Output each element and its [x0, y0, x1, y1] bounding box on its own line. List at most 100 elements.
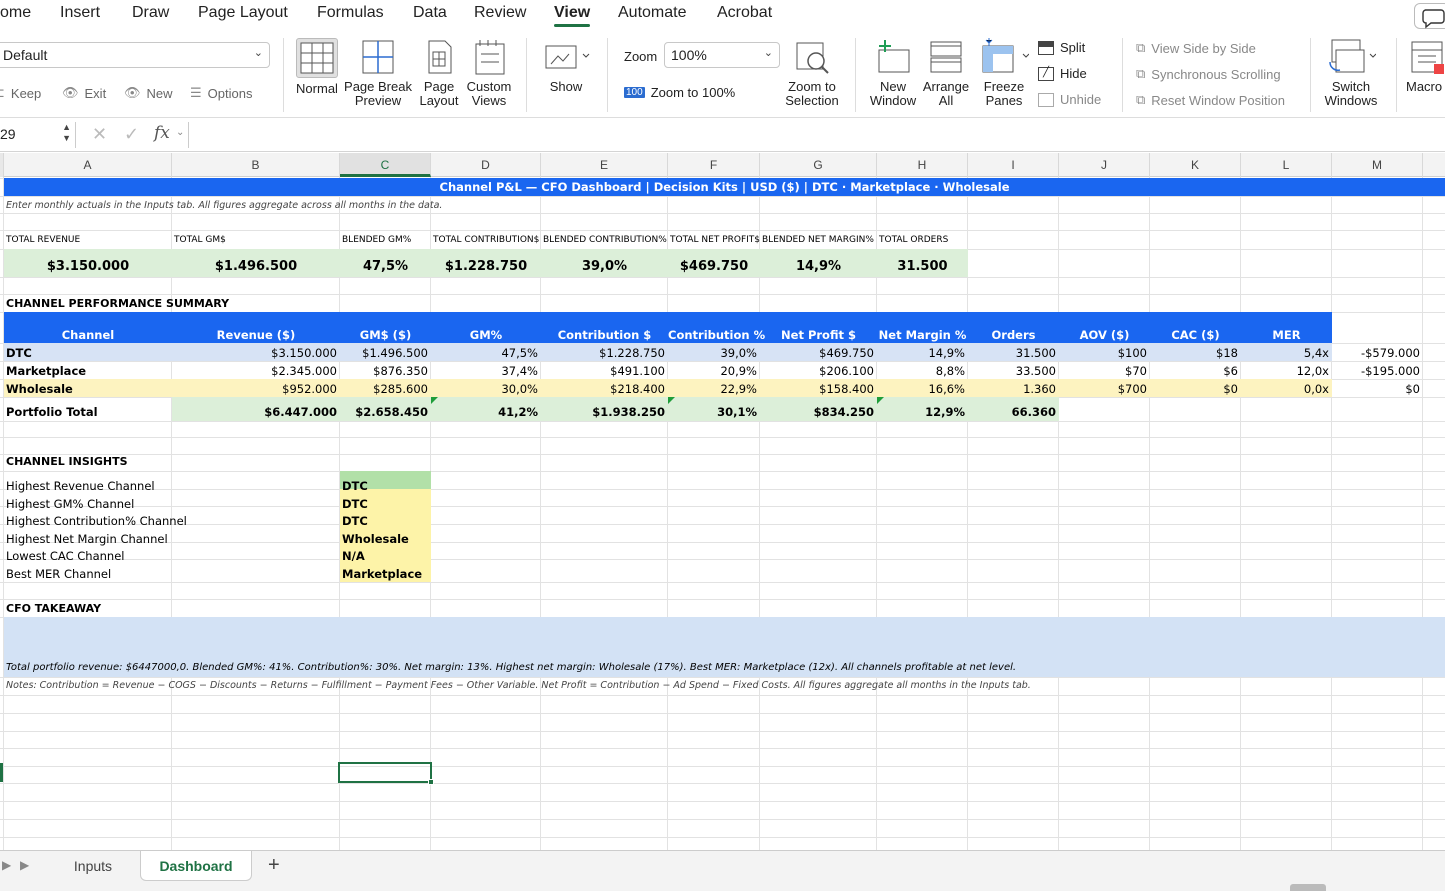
hide-icon: ╱: [1038, 66, 1054, 81]
scroll-tabs-right-icon[interactable]: ▶: [20, 858, 29, 872]
channel-name: DTC: [6, 346, 32, 360]
tab-home[interactable]: ome: [0, 4, 31, 22]
split-icon: [1038, 40, 1054, 55]
excel-window: ome Insert Draw Page Layout Formulas Dat…: [0, 0, 1445, 891]
arrange-all-button[interactable]: Arrange All: [920, 38, 972, 108]
column-header-k[interactable]: K: [1150, 153, 1241, 177]
column-header-m[interactable]: M: [1332, 153, 1423, 177]
gridline-horizontal: [0, 454, 1445, 455]
tab-acrobat[interactable]: Acrobat: [717, 4, 772, 22]
sheet-tab-inputs[interactable]: Inputs: [50, 851, 136, 881]
zoom-select[interactable]: 100% ⌄: [664, 42, 780, 68]
new-window-button[interactable]: New Window: [868, 38, 918, 108]
row-indicator: [0, 763, 3, 782]
tab-draw[interactable]: Draw: [132, 4, 169, 22]
keep-button[interactable]: ⊏Keep: [0, 85, 41, 101]
sheet-view-select[interactable]: Default ⌄: [0, 42, 270, 68]
column-header-b[interactable]: B: [172, 153, 340, 177]
dashboard-title: Channel P&L — CFO Dashboard | Decision K…: [439, 180, 1010, 194]
column-header-g[interactable]: G: [760, 153, 877, 177]
function-chevron-icon[interactable]: ⌄: [176, 127, 184, 138]
kpi-label: BLENDED CONTRIBUTION%: [543, 235, 667, 245]
split-button[interactable]: Split: [1038, 40, 1085, 55]
gridline-horizontal: [0, 421, 1445, 422]
page-layout-button[interactable]: Page Layout: [418, 38, 460, 108]
tab-formulas[interactable]: Formulas: [317, 4, 384, 22]
notes-text: Notes: Contribution = Revenue − COGS − D…: [6, 680, 1031, 691]
name-box[interactable]: 29 ▲ ▼: [0, 122, 76, 148]
cancel-icon[interactable]: ✕: [92, 124, 107, 145]
options-button[interactable]: ☰ Options: [190, 85, 252, 101]
column-header-d[interactable]: D: [431, 153, 541, 177]
unhide-button[interactable]: Unhide: [1038, 92, 1101, 107]
column-header-a[interactable]: A: [4, 153, 172, 177]
tab-insert[interactable]: Insert: [60, 4, 100, 22]
function-icon[interactable]: fx: [154, 123, 170, 143]
column-header-f[interactable]: F: [668, 153, 760, 177]
zoom-to-100-button[interactable]: 100 Zoom to 100%: [624, 85, 735, 100]
insight-value: N/A: [342, 549, 365, 563]
error-indicator-icon: [431, 397, 438, 404]
error-indicator-icon: [668, 397, 675, 404]
confirm-icon[interactable]: ✓: [124, 124, 139, 145]
ribbon-view: Default⌄ ⊏Keep 👁Exit 👁New ☰Options Norma…: [0, 30, 1445, 118]
insight-value: DTC: [342, 514, 368, 528]
stepper-icon[interactable]: ▲ ▼: [62, 122, 71, 144]
gridline-horizontal: [0, 819, 1445, 820]
hide-button[interactable]: ╱ Hide: [1038, 66, 1087, 81]
insight-value: Marketplace: [342, 566, 423, 581]
comments-button[interactable]: [1414, 3, 1445, 29]
view-side-by-side-button[interactable]: ⧉ View Side by Side: [1136, 40, 1256, 56]
view-mode-normal-icon[interactable]: [1290, 884, 1326, 891]
kpi-value: 39,0%: [581, 259, 628, 274]
macros-button[interactable]: Macro: [1406, 38, 1445, 94]
column-header-l[interactable]: L: [1241, 153, 1332, 177]
column-header-j[interactable]: J: [1059, 153, 1150, 177]
table-cell: $0: [1405, 382, 1420, 396]
tab-review[interactable]: Review: [474, 4, 526, 22]
tab-data[interactable]: Data: [413, 4, 447, 22]
chevron-down-icon: ⌄: [763, 47, 773, 59]
column-header-n[interactable]: [1423, 153, 1445, 177]
column-header-e[interactable]: E: [541, 153, 668, 177]
column-header-h[interactable]: H: [877, 153, 968, 177]
column-header-i[interactable]: I: [968, 153, 1059, 177]
tab-automate[interactable]: Automate: [618, 4, 686, 22]
normal-view-button[interactable]: Normal: [292, 38, 342, 96]
show-button[interactable]: Show: [538, 38, 594, 94]
kpi-value: 31.500: [897, 259, 948, 274]
gridline-horizontal: [0, 677, 1445, 678]
formula-input[interactable]: [188, 122, 1445, 148]
column-header-c[interactable]: C: [340, 153, 431, 177]
reset-window-position-button[interactable]: ⧉ Reset Window Position: [1136, 92, 1285, 108]
switch-windows-button[interactable]: Switch Windows: [1320, 38, 1382, 108]
gridline-horizontal: [0, 277, 1445, 278]
kpi-value: $1.228.750: [444, 259, 528, 274]
zoom-100-icon: 100: [624, 87, 645, 98]
scroll-tabs-left-icon[interactable]: ▶: [2, 858, 11, 872]
page-break-preview-button[interactable]: Page Break Preview: [344, 38, 412, 108]
tab-page-layout[interactable]: Page Layout: [198, 4, 288, 22]
tab-view[interactable]: View: [554, 4, 591, 27]
custom-views-button[interactable]: Custom Views: [464, 38, 514, 108]
table-header-cell: GM$ ($): [359, 328, 412, 342]
exit-button[interactable]: 👁 Exit: [62, 85, 106, 101]
fill-handle[interactable]: [428, 779, 434, 785]
insight-label: Best MER Channel: [6, 566, 112, 581]
freeze-panes-button[interactable]: Freeze Panes: [976, 38, 1032, 108]
add-sheet-icon[interactable]: +: [268, 854, 280, 877]
synchronous-scrolling-button[interactable]: ⧉ Synchronous Scrolling: [1136, 66, 1281, 82]
chevron-down-icon: ⌄: [253, 47, 263, 59]
total-row-label: Portfolio Total: [6, 405, 98, 419]
table-header-cell: Net Profit $: [781, 328, 856, 342]
arrange-all-icon: [930, 41, 962, 73]
gridline-horizontal: [0, 489, 1445, 490]
zoom-to-selection-button[interactable]: Zoom to Selection: [784, 38, 840, 108]
kpi-label: TOTAL CONTRIBUTION$: [433, 235, 540, 245]
sheet-tab-dashboard[interactable]: Dashboard: [140, 851, 252, 881]
gridline-horizontal: [0, 294, 1445, 295]
worksheet-grid[interactable]: A B C D E F G H I J K L M Channel P&L — …: [0, 153, 1445, 850]
new-sheet-view-button[interactable]: 👁 New: [124, 85, 173, 101]
reset-window-icon: ⧉: [1136, 92, 1146, 107]
active-cell[interactable]: [338, 762, 432, 783]
